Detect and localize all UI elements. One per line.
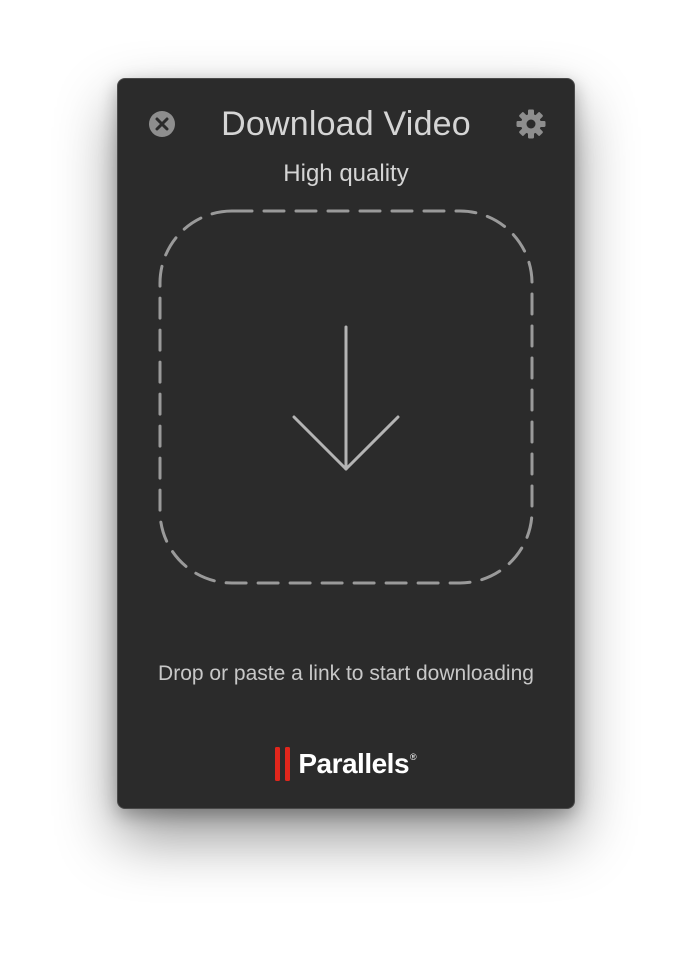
gear-icon [516,109,546,139]
close-button[interactable] [148,110,176,138]
parallels-logo: Parallels ® [118,746,574,782]
settings-button[interactable] [515,108,547,140]
drop-zone-frame [158,209,534,585]
stage: Download Video High quality Drop or past… [0,0,691,962]
brand-name: Parallels [298,748,410,779]
window-title: Download Video [221,105,471,143]
drop-zone[interactable] [158,209,538,589]
quality-label[interactable]: High quality [283,160,408,187]
quality-selector: High quality [118,159,574,189]
close-icon [149,111,175,137]
registered-mark: ® [410,752,417,762]
download-video-window: Download Video High quality Drop or past… [117,78,575,809]
parallels-bars-icon [275,747,291,781]
arrow-down-icon [292,325,400,471]
drop-hint-text: Drop or paste a link to start downloadin… [158,662,534,685]
